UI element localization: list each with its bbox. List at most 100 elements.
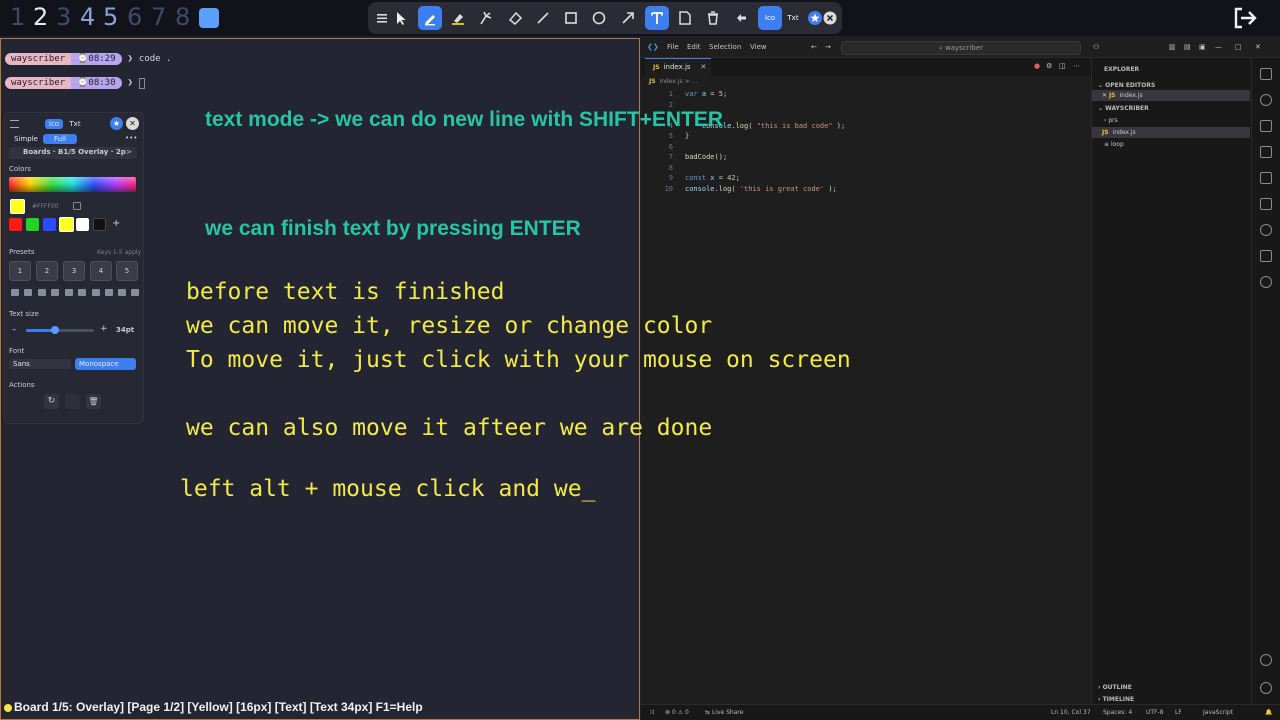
copy-icon[interactable]	[73, 202, 81, 210]
clear-preset-icon[interactable]	[131, 289, 139, 296]
mode-full-button[interactable]: Full	[43, 134, 77, 144]
workspace-6[interactable]: 6	[127, 3, 142, 31]
code-line[interactable]: 10 console.log( 'this is great code' );	[645, 184, 837, 195]
board-selector[interactable]: Boards · B1/5 Overlay · 2p >	[9, 147, 137, 159]
remote-explorer-icon[interactable]	[1260, 198, 1272, 210]
panel-pin-icon[interactable]: ★	[110, 117, 123, 130]
swatch-white[interactable]	[76, 218, 89, 231]
workspace-7[interactable]: 7	[151, 3, 166, 31]
split-editor-icon[interactable]: ◫	[1059, 62, 1066, 70]
add-color-icon[interactable]: +	[112, 218, 120, 229]
workspace-3[interactable]: 3	[56, 3, 71, 31]
clear-preset-icon[interactable]	[105, 289, 113, 296]
encoding-status[interactable]: UTF-8	[1146, 709, 1164, 716]
outline-section[interactable]: › OUTLINE	[1098, 684, 1132, 691]
more-actions-icon[interactable]: ⋯	[1073, 62, 1080, 70]
logout-icon[interactable]	[1232, 6, 1258, 30]
code-line[interactable]: 1 var a = 5;	[645, 89, 727, 100]
menu-view[interactable]: View	[750, 43, 767, 51]
live-share-icon[interactable]	[1260, 224, 1272, 236]
eraser-tool-icon[interactable]	[503, 6, 527, 30]
menu-selection[interactable]: Selection	[709, 43, 741, 51]
swatch-green[interactable]	[26, 218, 39, 231]
close-toolbar-icon[interactable]	[818, 6, 842, 30]
layout-icon[interactable]: ▤	[1184, 43, 1191, 51]
copilot-chat-icon[interactable]	[1260, 250, 1272, 262]
settings-icon[interactable]: ⚙	[1046, 62, 1052, 70]
menu-edit[interactable]: Edit	[687, 43, 701, 51]
minimize-icon[interactable]: —	[1215, 43, 1222, 51]
save-preset-icon[interactable]	[92, 289, 100, 296]
code-line[interactable]: 9 const x = 42;	[645, 173, 740, 184]
workspace-5[interactable]: 5	[103, 3, 118, 31]
command-center-search[interactable]: ⌕ wayscriber	[841, 41, 1081, 55]
tab-index-js[interactable]: JS index.js ✕	[645, 58, 711, 76]
preset-5[interactable]: 5	[116, 261, 138, 281]
workspace-4[interactable]: 4	[80, 3, 95, 31]
explorer-item-prs[interactable]: › prs	[1104, 117, 1118, 124]
annotation-text-teal[interactable]: we can finish text by pressing ENTER	[205, 217, 581, 241]
clear-preset-icon[interactable]	[24, 289, 32, 296]
annotation-text-yellow[interactable]: before text is finished	[186, 279, 505, 305]
annotation-text-teal[interactable]: text mode -> we can do new line with SHI…	[205, 108, 723, 132]
record-icon[interactable]: ●	[1034, 62, 1040, 70]
text-mode-toggle[interactable]: Txt	[781, 6, 805, 30]
preset-2[interactable]: 2	[36, 261, 58, 281]
open-editors-section[interactable]: ⌄ OPEN EDITORS	[1098, 82, 1155, 89]
extensions-icon[interactable]	[1260, 172, 1272, 184]
clear-trash-icon[interactable]	[701, 6, 725, 30]
arrow-tool-icon[interactable]	[616, 6, 640, 30]
panel-menu-icon[interactable]	[10, 120, 19, 128]
more-icon[interactable]: •••	[125, 134, 137, 142]
save-preset-icon[interactable]	[38, 289, 46, 296]
workspace-special-icon[interactable]	[199, 8, 219, 28]
indentation-status[interactable]: Spaces: 4	[1103, 709, 1132, 716]
manage-gear-icon[interactable]	[1260, 682, 1272, 694]
explorer-icon[interactable]	[1260, 68, 1272, 80]
select-arrow-icon[interactable]	[389, 6, 413, 30]
code-line[interactable]: 6	[645, 142, 685, 153]
text-tool-icon[interactable]	[645, 6, 669, 30]
ellipse-tool-icon[interactable]	[587, 6, 611, 30]
clear-preset-icon[interactable]	[51, 289, 59, 296]
delete-icon[interactable]: 🗑	[86, 394, 101, 409]
marker-tool-icon[interactable]	[446, 6, 470, 30]
preset-4[interactable]: 4	[90, 261, 112, 281]
language-status[interactable]: JavaScript	[1203, 709, 1233, 716]
swatch-black[interactable]	[93, 218, 106, 231]
annotation-text-yellow[interactable]: To move it, just click with your mouse o…	[186, 347, 851, 373]
open-editor-item[interactable]: ✕ JS index.js	[1102, 92, 1143, 99]
remote-icon[interactable]: ⤨	[649, 709, 654, 717]
rectangle-tool-icon[interactable]	[559, 6, 583, 30]
close-window-icon[interactable]: ✕	[1255, 43, 1261, 51]
live-share-status[interactable]: ⇆ Live Share	[705, 709, 743, 716]
eol-status[interactable]: LF	[1175, 709, 1182, 716]
annotation-text-yellow[interactable]: we can move it, resize or change color	[186, 313, 712, 339]
color-spectrum-picker[interactable]	[9, 177, 136, 192]
preset-1[interactable]: 1	[9, 261, 31, 281]
annotation-text-active[interactable]: left alt + mouse click and we_	[180, 476, 595, 502]
nav-forward-icon[interactable]: →	[825, 43, 831, 51]
copilot-icon[interactable]: ⚇	[1093, 43, 1099, 51]
save-preset-icon[interactable]	[11, 289, 19, 296]
source-control-icon[interactable]	[1260, 120, 1272, 132]
workspace-folder[interactable]: ⌄ WAYSCRIBER	[1098, 105, 1149, 112]
icon-mode-toggle[interactable]: Ico	[758, 6, 782, 30]
undo-all-icon[interactable]	[730, 6, 754, 30]
save-preset-icon[interactable]	[65, 289, 73, 296]
increase-size-button[interactable]: +	[100, 324, 108, 334]
workspace-8[interactable]: 8	[175, 3, 190, 31]
timeline-section[interactable]: › TIMELINE	[1098, 696, 1134, 703]
code-line[interactable]: 5}	[645, 131, 689, 142]
swatch-blue[interactable]	[43, 218, 56, 231]
code-line[interactable]: 8	[645, 163, 685, 174]
cursor-position[interactable]: Ln 10, Col 37	[1051, 709, 1091, 716]
explorer-item-loop[interactable]: ≡ loop	[1104, 141, 1124, 148]
account-icon[interactable]	[1260, 654, 1272, 666]
decrease-size-button[interactable]: –	[12, 325, 17, 335]
code-line[interactable]: 7 badCode();	[645, 152, 727, 163]
line-tool-icon[interactable]	[531, 6, 555, 30]
annotation-text-yellow[interactable]: we can also move it afteer we are done	[186, 415, 712, 441]
panel-tab-icons[interactable]: Ico	[45, 119, 63, 129]
layout-icon[interactable]: ▣	[1199, 43, 1206, 51]
